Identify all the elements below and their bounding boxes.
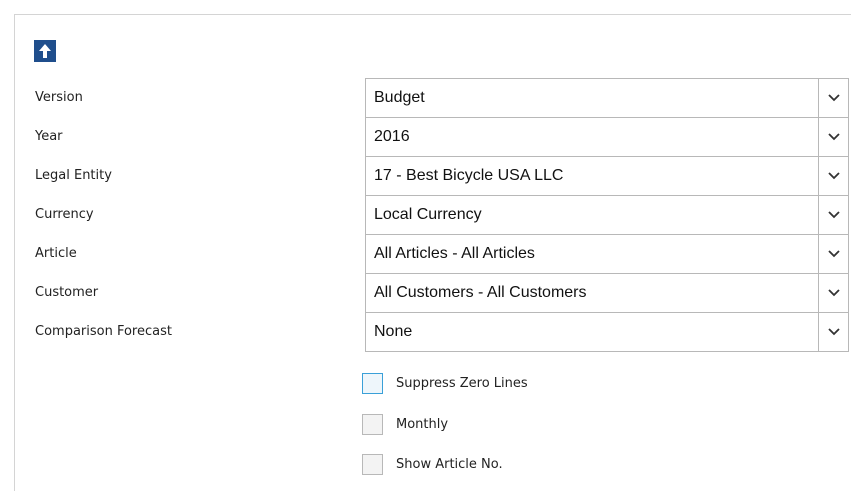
article-value: All Articles - All Articles [374, 245, 535, 262]
currency-select[interactable]: Local Currency [365, 195, 849, 235]
version-row: Version Budget [35, 78, 851, 118]
article-select[interactable]: All Articles - All Articles [365, 234, 849, 274]
arrow-up-icon [39, 44, 51, 58]
report-parameters-panel: Version Budget Year 2016 Legal Entity 17… [14, 14, 851, 491]
year-label: Year [35, 129, 63, 144]
year-value: 2016 [374, 128, 410, 145]
article-label: Article [35, 246, 77, 261]
customer-row: Customer All Customers - All Customers [35, 273, 851, 313]
comparison-forecast-select[interactable]: None [365, 312, 849, 352]
monthly-checkbox[interactable] [362, 413, 383, 435]
currency-row: Currency Local Currency [35, 195, 851, 235]
chevron-down-icon[interactable] [818, 274, 848, 312]
customer-value: All Customers - All Customers [374, 284, 587, 301]
chevron-down-icon[interactable] [818, 157, 848, 195]
monthly-label[interactable]: Monthly [396, 417, 448, 432]
comparison-forecast-value: None [374, 323, 413, 340]
chevron-down-icon[interactable] [818, 235, 848, 273]
chevron-down-icon[interactable] [818, 118, 848, 156]
suppress-zero-lines-label[interactable]: Suppress Zero Lines [396, 376, 528, 391]
comparison-forecast-label: Comparison Forecast [35, 324, 172, 339]
chevron-down-icon[interactable] [818, 313, 848, 351]
legal-entity-label: Legal Entity [35, 168, 112, 183]
comparison-forecast-row: Comparison Forecast None [35, 312, 851, 352]
suppress-zero-lines-checkbox[interactable] [362, 372, 383, 394]
show-article-no-row: Show Article No. [362, 453, 503, 475]
up-button[interactable] [34, 40, 56, 62]
version-label: Version [35, 90, 83, 105]
year-row: Year 2016 [35, 117, 851, 157]
chevron-down-icon[interactable] [818, 196, 848, 234]
monthly-row: Monthly [362, 413, 448, 435]
version-select[interactable]: Budget [365, 78, 849, 118]
currency-value: Local Currency [374, 206, 482, 223]
customer-select[interactable]: All Customers - All Customers [365, 273, 849, 313]
legal-entity-row: Legal Entity 17 - Best Bicycle USA LLC [35, 156, 851, 196]
show-article-no-checkbox[interactable] [362, 453, 383, 475]
show-article-no-label[interactable]: Show Article No. [396, 457, 503, 472]
customer-label: Customer [35, 285, 99, 300]
article-row: Article All Articles - All Articles [35, 234, 851, 274]
version-value: Budget [374, 89, 425, 106]
legal-entity-select[interactable]: 17 - Best Bicycle USA LLC [365, 156, 849, 196]
chevron-down-icon[interactable] [818, 79, 848, 117]
year-select[interactable]: 2016 [365, 117, 849, 157]
suppress-zero-lines-row: Suppress Zero Lines [362, 372, 528, 394]
currency-label: Currency [35, 207, 94, 222]
legal-entity-value: 17 - Best Bicycle USA LLC [374, 167, 564, 184]
